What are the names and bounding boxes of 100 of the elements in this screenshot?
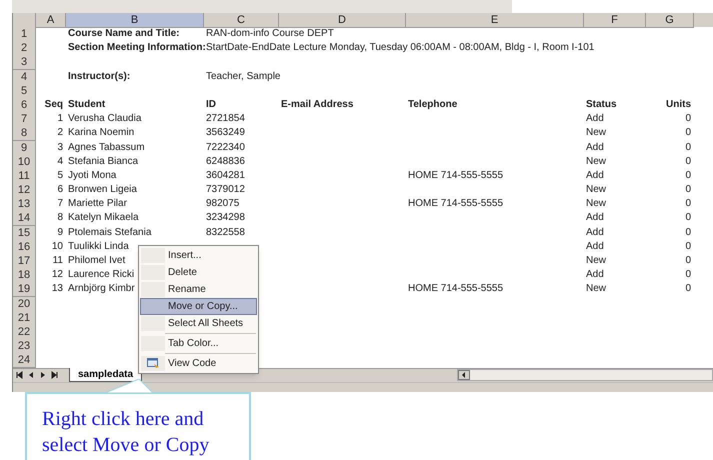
table-cell: 0 [685,211,691,226]
row-header[interactable]: 13 [13,197,36,212]
row-header[interactable]: 15 [13,226,36,241]
table-cell: 3563249 [206,126,245,140]
table-cell: 8322558 [206,226,245,240]
table-cell: Agnes Tabassum [68,140,145,154]
table-cell: HOME 714-555-5555 [408,197,504,212]
table-cell: 8 [57,211,63,226]
column-header[interactable]: F [584,13,646,28]
row-header[interactable]: 23 [13,339,36,354]
table-cell: Status [586,98,617,112]
menu-item[interactable]: Select All Sheets [140,315,257,332]
row-header[interactable]: 11 [13,168,36,184]
table-cell: 2 [57,126,63,140]
table-cell: 3604281 [206,168,245,183]
table-cell: HOME 714-555-5555 [408,168,504,183]
column-header[interactable]: G [646,13,694,28]
row-header[interactable]: 8 [13,126,36,142]
table-cell: 0 [685,268,691,282]
column-header[interactable]: D [279,13,406,28]
table-cell: 0 [685,154,691,169]
menu-item[interactable]: Delete [140,264,257,281]
table-cell: 2721854 [206,112,245,126]
table-cell: 0 [685,126,691,140]
table-cell: Ptolemais Stefania [68,226,152,240]
row-header[interactable]: 19 [13,282,36,298]
table-cell: Add [586,140,604,154]
table-cell: 7379012 [206,183,245,198]
table-cell: New [586,126,606,140]
table-cell: Karina Noemin [68,126,134,140]
table-cell: New [586,254,606,268]
table-cell: 0 [685,226,691,240]
table-cell: Teacher, Sample [206,70,280,84]
table-cell: New [586,154,606,169]
table-cell: Units [666,98,691,112]
table-cell: Tuulikki Linda [68,240,129,254]
table-cell: Add [586,226,604,240]
row-header[interactable]: 14 [13,211,36,226]
table-cell: 4 [57,154,63,169]
row-header[interactable]: 4 [13,70,36,85]
row-header[interactable]: 10 [13,154,36,170]
column-header[interactable]: A [36,13,66,28]
table-cell: 6248836 [206,154,245,169]
row-header[interactable]: 21 [13,310,36,326]
table-cell: Instructor(s): [68,70,130,84]
sheet-tab[interactable]: sampledata [69,368,142,382]
table-cell: Section Meeting Information: [68,41,206,56]
row-header[interactable]: 6 [13,98,36,113]
table-cell: 0 [685,240,691,254]
table-cell: Student [68,98,106,112]
table-cell: Arnbjörg Kimbr [68,282,135,296]
row-header[interactable]: 1 [13,27,36,42]
table-cell: 0 [685,168,691,183]
table-cell: Philomel Ivet [68,254,126,268]
table-cell: Course Name and Title: [68,27,180,41]
row-header[interactable]: 24 [13,353,36,368]
table-cell: ID [206,98,216,112]
row-header[interactable]: 5 [13,84,36,99]
row-header[interactable]: 16 [13,240,36,255]
menu-item[interactable]: View Code [140,355,257,372]
row-header[interactable]: 17 [13,254,36,269]
row-header[interactable]: 18 [13,268,36,284]
table-cell: 0 [685,282,691,296]
table-cell: Laurence Ricki [68,268,134,282]
row-header[interactable]: 9 [13,140,36,156]
table-cell: Stefania Bianca [68,154,138,169]
table-cell: 10 [52,240,63,254]
row-header[interactable]: 7 [13,112,36,128]
table-cell: Mariette Pilar [68,197,127,212]
table-cell: StartDate-EndDate Lecture Monday, Tuesday 06:00AM - 08:00AM, Bldg - I, Room I-101 [206,41,594,56]
column-header[interactable]: E [406,13,584,28]
menu-item[interactable]: Move or Copy... [140,298,257,315]
row-header[interactable]: 22 [13,324,36,340]
table-cell: 3234298 [206,211,245,226]
table-cell: 12 [52,268,63,282]
table-cell: 0 [685,112,691,126]
table-cell: New [586,197,606,212]
menu-item[interactable]: Rename [140,281,257,298]
table-cell: 0 [685,140,691,154]
table-cell: Katelyn Mikaela [68,211,139,226]
table-cell: Add [586,168,604,183]
horizontal-scrollbar[interactable] [457,369,713,381]
table-cell: New [586,282,606,296]
table-cell: Add [586,112,604,126]
row-header[interactable]: 2 [13,41,36,56]
table-cell: 0 [685,254,691,268]
table-cell: RAN-dom-info Course DEPT [206,27,334,41]
row-header[interactable]: 3 [13,55,36,70]
column-header[interactable]: B [66,13,204,28]
table-cell: 982075 [206,197,240,212]
table-cell: E-mail Address [281,98,354,112]
row-header[interactable]: 12 [13,183,36,198]
table-cell: 5 [57,168,63,183]
menu-item[interactable]: Tab Color... [140,335,257,352]
menu-item[interactable]: Insert... [140,247,257,264]
scroll-left-icon[interactable] [458,370,470,380]
column-header[interactable]: C [204,13,279,28]
row-header[interactable]: 20 [13,296,36,312]
table-cell: 0 [685,197,691,212]
table-cell: 1 [57,112,63,126]
